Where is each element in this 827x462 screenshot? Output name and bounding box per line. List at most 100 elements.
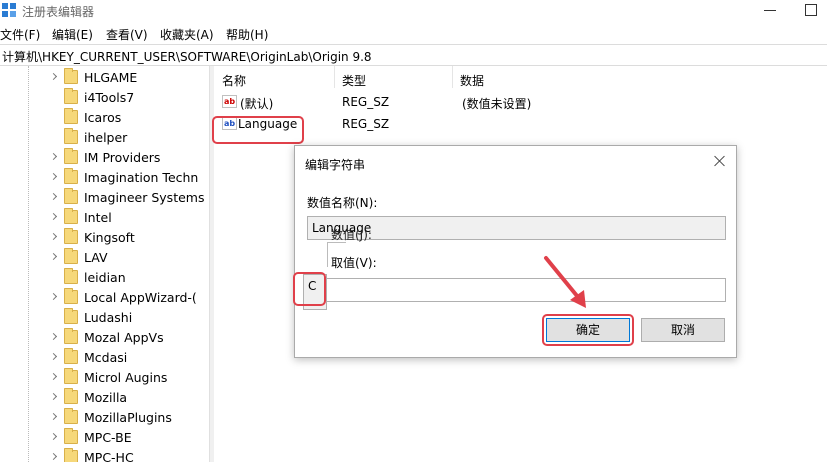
expand-arrow-icon[interactable] bbox=[50, 453, 58, 461]
folder-icon bbox=[64, 268, 78, 284]
folder-icon bbox=[64, 288, 78, 304]
tree-item-label: MozillaPlugins bbox=[84, 410, 172, 425]
minimize-icon[interactable] bbox=[760, 0, 780, 20]
tree-item-leidian[interactable]: leidian bbox=[0, 268, 209, 288]
menu-edit[interactable]: 编辑(E) bbox=[52, 26, 93, 43]
column-header-type[interactable]: 类型 bbox=[342, 72, 366, 94]
tree-item-label: Mozilla bbox=[84, 390, 128, 405]
menu-bar: 文件(F) 编辑(E) 查看(V) 收藏夹(A) 帮助(H) bbox=[0, 22, 827, 44]
tree-item-mozillaplugins[interactable]: MozillaPlugins bbox=[0, 408, 209, 428]
tree-item-icaros[interactable]: Icaros bbox=[0, 108, 209, 128]
tree-item-mpc-be[interactable]: MPC-BE bbox=[0, 428, 209, 448]
expand-arrow-icon[interactable] bbox=[50, 193, 58, 201]
tree-item-label: MPC-HC bbox=[84, 450, 134, 462]
menu-file[interactable]: 文件(F) bbox=[0, 26, 40, 43]
expand-arrow-icon[interactable] bbox=[50, 153, 58, 161]
expand-arrow-icon[interactable] bbox=[50, 173, 58, 181]
folder-icon bbox=[64, 448, 78, 462]
dialog-title: 编辑字符串 bbox=[305, 158, 366, 172]
tree-item-label: Local AppWizard-( bbox=[84, 290, 197, 305]
cancel-button[interactable]: 取消 bbox=[641, 318, 725, 342]
expand-arrow-icon[interactable] bbox=[50, 233, 58, 241]
tree-item-imagination[interactable]: Imagination Techn bbox=[0, 168, 209, 188]
maximize-icon[interactable] bbox=[805, 4, 817, 16]
tree-item-label: Microl Augins bbox=[84, 370, 168, 385]
folder-icon bbox=[64, 328, 78, 344]
window-title: 注册表编辑器 bbox=[22, 5, 95, 19]
folder-icon bbox=[64, 208, 78, 224]
tree-item-ludashi[interactable]: Ludashi bbox=[0, 308, 209, 328]
expand-arrow-icon[interactable] bbox=[50, 73, 58, 81]
expand-arrow-icon[interactable] bbox=[50, 353, 58, 361]
tree-item-label: leidian bbox=[84, 270, 126, 285]
folder-icon bbox=[64, 188, 78, 204]
value-name-label: 数值名称(N): bbox=[307, 196, 378, 210]
tree-item-mozilla[interactable]: Mozilla bbox=[0, 388, 209, 408]
value-data: (数值未设置) bbox=[462, 97, 532, 111]
tree-item-kingsoft[interactable]: Kingsoft bbox=[0, 228, 209, 248]
tree-item-label: Imagineer Systems bbox=[84, 190, 205, 205]
tree-item-im-providers[interactable]: IM Providers bbox=[0, 148, 209, 168]
expand-arrow-icon[interactable] bbox=[50, 393, 58, 401]
folder-icon bbox=[64, 168, 78, 184]
folder-icon bbox=[64, 68, 78, 84]
tree-item-imagineer[interactable]: Imagineer Systems bbox=[0, 188, 209, 208]
tree-item-microl-augins[interactable]: Microl Augins bbox=[0, 368, 209, 388]
folder-icon bbox=[64, 128, 78, 144]
value-row-default[interactable]: ab (默认) REG_SZ (数值未设置) bbox=[214, 92, 827, 114]
folder-icon bbox=[64, 428, 78, 444]
tree-item-label: ihelper bbox=[84, 130, 128, 145]
ghost-label: 数值(J): bbox=[331, 228, 372, 242]
menu-help[interactable]: 帮助(H) bbox=[226, 26, 268, 43]
expand-arrow-icon[interactable] bbox=[50, 293, 58, 301]
column-header-data[interactable]: 数据 bbox=[460, 72, 484, 94]
folder-icon bbox=[64, 308, 78, 324]
column-separator[interactable] bbox=[452, 66, 453, 88]
tree-item-label: LAV bbox=[84, 250, 108, 265]
folder-icon bbox=[64, 88, 78, 104]
tree-item-local-appwizard[interactable]: Local AppWizard-( bbox=[0, 288, 209, 308]
value-data-input[interactable] bbox=[307, 278, 726, 302]
menu-favorites[interactable]: 收藏夹(A) bbox=[160, 26, 214, 43]
expand-arrow-icon[interactable] bbox=[50, 253, 58, 261]
pointer-arrow-icon bbox=[544, 256, 586, 308]
tree-item-label: MPC-BE bbox=[84, 430, 132, 445]
expand-arrow-icon[interactable] bbox=[50, 433, 58, 441]
expand-arrow-icon[interactable] bbox=[50, 373, 58, 381]
tree-item-label: Kingsoft bbox=[84, 230, 135, 245]
title-bar: 注册表编辑器 bbox=[0, 0, 827, 22]
folder-icon bbox=[64, 408, 78, 424]
address-path[interactable]: 计算机\HKEY_CURRENT_USER\SOFTWARE\OriginLab… bbox=[2, 48, 372, 65]
regedit-app-icon bbox=[2, 3, 16, 17]
expand-arrow-icon[interactable] bbox=[50, 413, 58, 421]
folder-icon bbox=[64, 348, 78, 364]
key-tree[interactable]: HLGAME i4Tools7 Icaros ihelper IM Provid… bbox=[0, 66, 209, 462]
value-row-language[interactable]: ab Language REG_SZ bbox=[214, 114, 827, 136]
value-type: REG_SZ bbox=[342, 95, 390, 109]
tree-item-lav[interactable]: LAV bbox=[0, 248, 209, 268]
tree-item-mcdasi[interactable]: Mcdasi bbox=[0, 348, 209, 368]
expand-arrow-icon[interactable] bbox=[50, 333, 58, 341]
tree-item-label: Intel bbox=[84, 210, 112, 225]
menu-view[interactable]: 查看(V) bbox=[106, 26, 148, 43]
tree-item-label: HLGAME bbox=[84, 70, 138, 85]
tree-item-intel[interactable]: Intel bbox=[0, 208, 209, 228]
column-header-name[interactable]: 名称 bbox=[222, 72, 246, 94]
column-separator[interactable] bbox=[334, 66, 335, 88]
highlight-data-field bbox=[293, 272, 326, 306]
tree-item-label: Icaros bbox=[84, 110, 122, 125]
edit-string-dialog: 编辑字符串 数值名称(N): Language 数值(J): 取值(V): C … bbox=[294, 145, 737, 358]
close-icon[interactable] bbox=[713, 154, 727, 168]
tree-item-hlgame[interactable]: HLGAME bbox=[0, 68, 209, 88]
tree-item-mozal-appvs[interactable]: Mozal AppVs bbox=[0, 328, 209, 348]
folder-icon bbox=[64, 248, 78, 264]
address-bar[interactable]: 计算机\HKEY_CURRENT_USER\SOFTWARE\OriginLab… bbox=[0, 44, 827, 66]
string-value-icon: ab bbox=[222, 95, 237, 108]
folder-icon bbox=[64, 388, 78, 404]
tree-item-ihelper[interactable]: ihelper bbox=[0, 128, 209, 148]
folder-icon bbox=[64, 368, 78, 384]
expand-arrow-icon[interactable] bbox=[50, 213, 58, 221]
tree-item-mpc-hc[interactable]: MPC-HC bbox=[0, 448, 209, 462]
folder-icon bbox=[64, 108, 78, 124]
tree-item-i4tools7[interactable]: i4Tools7 bbox=[0, 88, 209, 108]
